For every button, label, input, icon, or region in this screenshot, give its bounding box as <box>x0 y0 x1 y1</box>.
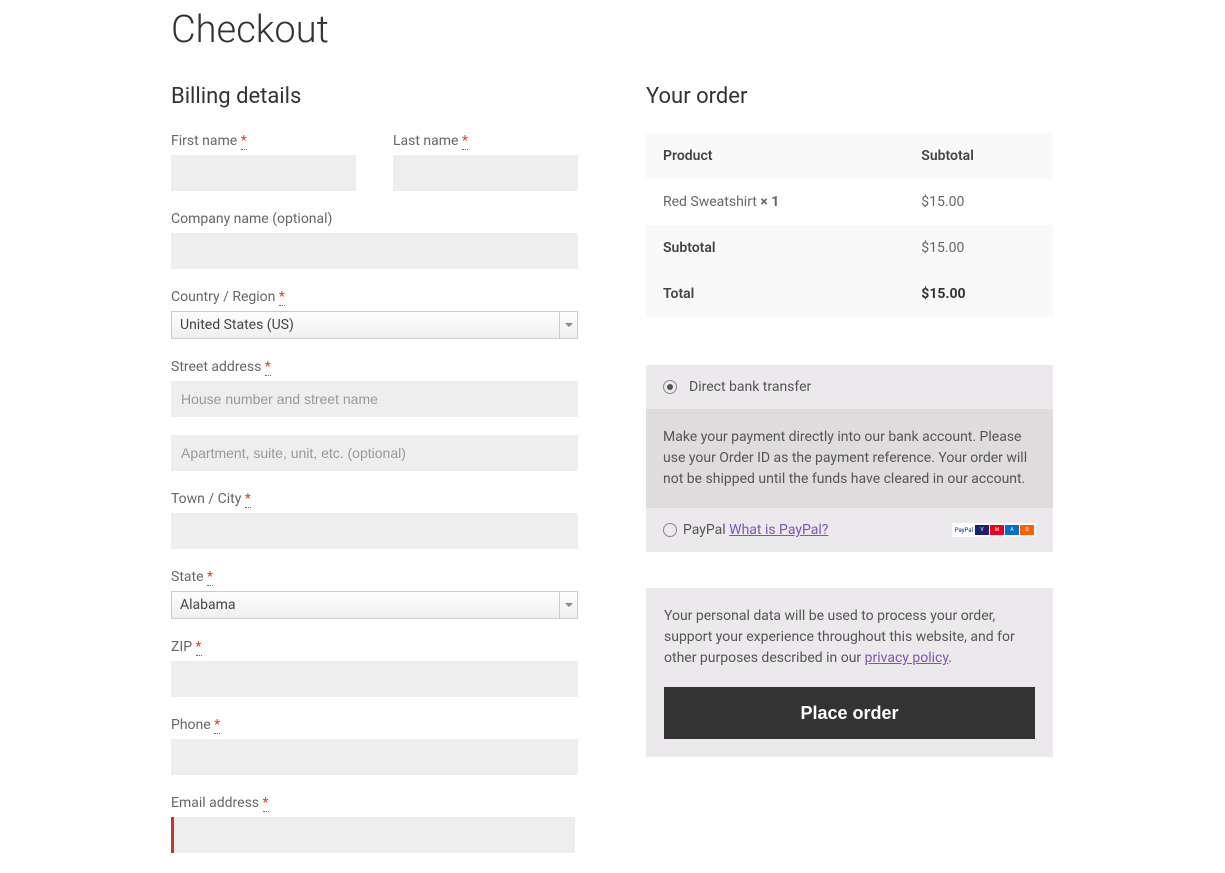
billing-heading: Billing details <box>171 84 578 109</box>
visa-icon: V <box>975 525 989 535</box>
payment-methods: Direct bank transfer Make your payment d… <box>646 365 1053 552</box>
order-table: Product Subtotal Red Sweatshirt × 1 $15.… <box>646 133 1053 317</box>
payment-method-bank[interactable]: Direct bank transfer <box>646 365 1053 409</box>
required-mark: * <box>263 795 269 812</box>
total-value: $15.00 <box>904 271 1053 317</box>
total-label: Total <box>646 271 904 317</box>
street2-input[interactable] <box>171 435 578 471</box>
total-row: Total $15.00 <box>646 271 1053 317</box>
required-mark: * <box>245 491 251 508</box>
street-label: Street address * <box>171 359 578 375</box>
table-header-row: Product Subtotal <box>646 133 1053 179</box>
order-heading: Your order <box>646 84 1053 109</box>
city-row: Town / City * <box>171 491 578 549</box>
first-name-label: First name * <box>171 133 356 149</box>
bank-transfer-description: Make your payment directly into our bank… <box>646 409 1053 508</box>
required-mark: * <box>214 717 220 734</box>
company-input[interactable] <box>171 233 578 269</box>
privacy-policy-link[interactable]: privacy policy <box>865 650 949 666</box>
state-select[interactable]: Alabama <box>171 591 578 619</box>
required-mark: * <box>265 359 271 376</box>
zip-input[interactable] <box>171 661 578 697</box>
radio-unselected-icon <box>663 523 677 537</box>
payment-method-paypal[interactable]: PayPal What is PayPal? PayPal V M A D <box>646 508 1053 552</box>
state-label: State * <box>171 569 578 585</box>
zip-label: ZIP * <box>171 639 578 655</box>
country-value: United States (US) <box>180 317 294 333</box>
order-footer: Your personal data will be used to proce… <box>646 588 1053 757</box>
order-item-row: Red Sweatshirt × 1 $15.00 <box>646 179 1053 225</box>
order-section: Your order Product Subtotal Red Sweatshi… <box>646 84 1053 873</box>
email-row: Email address * <box>171 795 578 853</box>
page-title: Checkout <box>171 8 1054 52</box>
chevron-down-icon <box>559 592 577 618</box>
required-mark: * <box>196 639 202 656</box>
radio-selected-icon <box>663 380 677 394</box>
subtotal-row: Subtotal $15.00 <box>646 225 1053 271</box>
country-select[interactable]: United States (US) <box>171 311 578 339</box>
country-row: Country / Region * United States (US) <box>171 289 578 339</box>
chevron-down-icon <box>559 312 577 338</box>
state-value: Alabama <box>180 597 236 613</box>
first-name-input[interactable] <box>171 155 356 191</box>
product-header: Product <box>646 133 904 179</box>
paypal-icon: PayPal <box>954 527 974 534</box>
subtotal-value: $15.00 <box>904 225 1053 271</box>
order-item-price: $15.00 <box>904 179 1053 225</box>
place-order-button[interactable]: Place order <box>664 687 1035 739</box>
discover-icon: D <box>1020 525 1034 535</box>
order-item-name: Red Sweatshirt × 1 <box>646 179 904 225</box>
required-mark: * <box>241 133 247 150</box>
order-item-qty: × 1 <box>760 194 779 210</box>
billing-details-section: Billing details First name * Last name *… <box>171 84 578 873</box>
email-label: Email address * <box>171 795 578 811</box>
subtotal-label: Subtotal <box>646 225 904 271</box>
required-mark: * <box>462 133 468 150</box>
privacy-notice: Your personal data will be used to proce… <box>664 606 1035 669</box>
zip-row: ZIP * <box>171 639 578 697</box>
subtotal-header: Subtotal <box>904 133 1053 179</box>
country-label: Country / Region * <box>171 289 578 305</box>
checkout-container: Billing details First name * Last name *… <box>171 84 1054 873</box>
city-label: Town / City * <box>171 491 578 507</box>
required-mark: * <box>279 289 285 306</box>
phone-input[interactable] <box>171 739 578 775</box>
email-error-indicator <box>171 817 578 853</box>
street-input[interactable] <box>171 381 578 417</box>
payment-card-icons: PayPal V M A D <box>952 523 1036 537</box>
bank-transfer-label: Direct bank transfer <box>689 379 811 395</box>
state-row: State * Alabama <box>171 569 578 619</box>
email-input[interactable] <box>174 817 575 853</box>
company-row: Company name (optional) <box>171 211 578 269</box>
last-name-label: Last name * <box>393 133 578 149</box>
street-row: Street address * <box>171 359 578 471</box>
paypal-label: PayPal <box>683 522 729 538</box>
mastercard-icon: M <box>990 525 1004 535</box>
city-input[interactable] <box>171 513 578 549</box>
phone-label: Phone * <box>171 717 578 733</box>
phone-row: Phone * <box>171 717 578 775</box>
what-is-paypal-link[interactable]: What is PayPal? <box>729 522 828 538</box>
last-name-row: Last name * <box>393 133 578 191</box>
required-mark: * <box>207 569 213 586</box>
last-name-input[interactable] <box>393 155 578 191</box>
company-label: Company name (optional) <box>171 211 578 227</box>
amex-icon: A <box>1005 525 1019 535</box>
first-name-row: First name * <box>171 133 356 191</box>
